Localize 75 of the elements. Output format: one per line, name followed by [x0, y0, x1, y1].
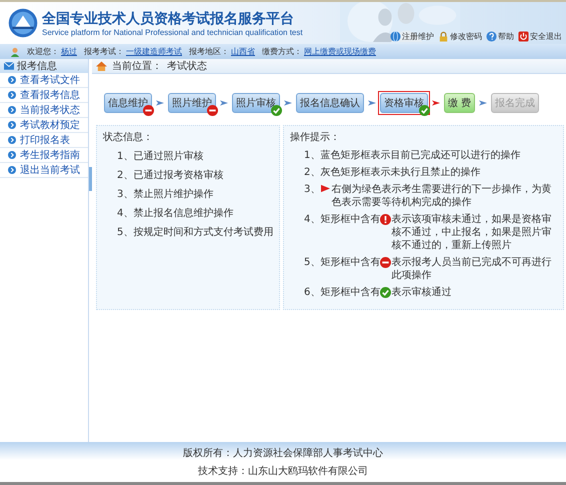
breadcrumb-label: 当前位置： [112, 60, 162, 73]
step-arrow-icon [479, 100, 488, 106]
arrow-circle-icon [8, 136, 16, 144]
step-arrow-icon [220, 100, 228, 106]
hint-text: 1、蓝色矩形框表示目前已完成还可以进行的操作 [304, 149, 520, 162]
info-label: 报考地区： [189, 46, 229, 57]
panel-title: 操作提示： [290, 131, 341, 144]
lock-icon [438, 31, 449, 42]
hint-text: 4、矩形框中含有 [304, 213, 380, 226]
footer-text: 版权所有：人力资源社会保障部人事考试中心 [183, 446, 383, 460]
power-icon [518, 31, 529, 42]
sidebar-item[interactable]: 查看考试文件 [0, 73, 88, 88]
header-link[interactable]: 修改密码 [438, 31, 482, 42]
panel-title: 状态信息： [103, 130, 154, 144]
help-icon [486, 31, 497, 42]
home-icon [96, 61, 107, 71]
arrow-circle-icon [8, 166, 16, 174]
status-line: 2、已通过报考资格审核 [117, 168, 224, 182]
info-link[interactable]: 山西省 [231, 46, 255, 57]
globe-icon [390, 31, 401, 42]
step-box[interactable]: 缴 费 [442, 91, 478, 115]
header-link[interactable]: 注册维护 [390, 31, 434, 42]
sidebar-item[interactable]: 考试教材预定 [0, 118, 88, 133]
step-box[interactable]: 报名信息确认 [294, 91, 366, 115]
sidebar-item[interactable]: 打印报名表 [0, 133, 88, 148]
collapse-handle[interactable] [89, 167, 92, 191]
arrow-circle-icon [8, 151, 16, 159]
arrow-circle-icon [8, 76, 16, 84]
status-line: 5、按规定时间和方式支付考试费用 [117, 226, 273, 239]
hint-text: 表示报考人员当前已完成不可再进行此项操作 [391, 256, 552, 282]
hint-text: 右侧为绿色表示考生需要进行的下一步操作，为黄色表示需要等待机构完成的操作 [331, 183, 552, 209]
info-link[interactable]: 杨过 [61, 46, 77, 57]
logo-icon [8, 8, 38, 38]
breadcrumb-current: 考试状态 [167, 60, 207, 73]
info-label: 缴费方式： [262, 46, 302, 57]
hint-text: 5、矩形框中含有 [304, 256, 380, 269]
sidebar-item[interactable]: 当前报考状态 [0, 103, 88, 118]
envelope-icon [4, 62, 14, 70]
info-label: 报考考试： [84, 46, 124, 57]
info-link[interactable]: 网上缴费或现场缴费 [304, 46, 376, 57]
info-link[interactable]: 一级建造师考试 [126, 46, 182, 57]
status-line: 4、禁止报名信息维护操作 [117, 206, 234, 220]
hint-text: 6、矩形框中含有 [304, 286, 380, 299]
arrow-circle-icon [8, 106, 16, 114]
step-box[interactable]: 资格审核 [378, 91, 430, 115]
sidebar-item[interactable]: 退出当前考试 [0, 163, 88, 178]
hint-text: 2、灰色矩形框表示未执行且禁止的操作 [304, 166, 480, 179]
step-arrow-icon [368, 100, 376, 106]
hint-text: 表示审核通过 [391, 286, 452, 299]
check-icon [380, 287, 392, 298]
step-arrow-icon [156, 100, 164, 106]
user-icon [10, 46, 20, 56]
footer-text: 技术支持：山东山大鸥玛软件有限公司 [198, 464, 368, 478]
sidebar-item[interactable]: 考生报考指南 [0, 148, 88, 163]
arrow-circle-icon [8, 121, 16, 129]
step-arrow-icon [284, 100, 292, 106]
status-line: 1、已通过照片审核 [117, 150, 204, 163]
step-arrow-icon [432, 100, 440, 106]
step-box[interactable]: 照片维护 [166, 91, 218, 115]
sidebar-title: 报考信息 [17, 60, 57, 73]
header-link[interactable]: 安全退出 [518, 31, 562, 42]
minus-icon [380, 257, 392, 268]
flag-icon [320, 184, 332, 193]
step-box[interactable]: 信息维护 [102, 91, 154, 115]
info-label: 欢迎您： [27, 46, 59, 57]
step-box[interactable]: 照片审核 [230, 91, 282, 115]
alert-icon [380, 214, 392, 225]
site-title: 全国专业技术人员资格考试报名服务平台 [42, 10, 295, 28]
sidebar-item[interactable]: 查看报考信息 [0, 88, 88, 103]
hint-text: 表示该项审核未通过，如果是资格审核不通过，中止报名，如果是照片审核不通过的，重新上传照片 [391, 213, 552, 252]
status-line: 3、禁止照片维护操作 [117, 188, 214, 201]
header-link[interactable]: 帮助 [486, 31, 514, 42]
arrow-circle-icon [8, 91, 16, 99]
hint-text: 3、 [304, 183, 320, 196]
site-subtitle: Service platform for National Professional and technician qualification test [42, 28, 303, 36]
